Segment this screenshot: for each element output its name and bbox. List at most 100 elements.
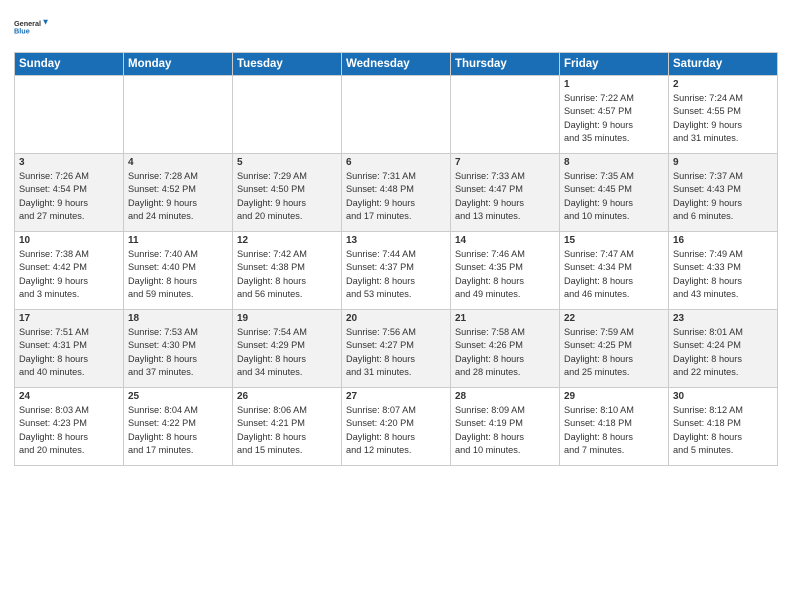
calendar-cell xyxy=(342,76,451,154)
calendar-cell: 10 Sunrise: 7:38 AMSunset: 4:42 PMDayligh… xyxy=(15,232,124,310)
calendar-cell: 28Sunrise: 8:09 AMSunset: 4:19 PMDayligh… xyxy=(451,388,560,466)
day-number: 8 xyxy=(564,157,664,168)
calendar-cell xyxy=(15,76,124,154)
day-number: 22 xyxy=(564,313,664,324)
col-header-wednesday: Wednesday xyxy=(342,53,451,76)
day-number: 4 xyxy=(128,157,228,168)
day-info: Sunrise: 7:53 AMSunset: 4:30 PMDaylight:… xyxy=(128,326,228,379)
calendar-cell: 15 Sunrise: 7:47 AMSunset: 4:34 PMDayligh… xyxy=(560,232,669,310)
day-number: 2 xyxy=(673,79,773,90)
col-header-friday: Friday xyxy=(560,53,669,76)
day-number: 6 xyxy=(346,157,446,168)
calendar-cell: 9Sunrise: 7:37 AMSunset: 4:43 PMDaylight… xyxy=(669,154,778,232)
day-info: Sunrise: 7:28 AMSunset: 4:52 PMDaylight:… xyxy=(128,170,228,223)
day-info: Sunrise: 7:44 AMSunset: 4:37 PMDaylight:… xyxy=(346,248,446,301)
calendar-table: SundayMondayTuesdayWednesdayThursdayFrid… xyxy=(14,52,778,466)
page-container: General Blue SundayMondayTuesdayWednesda… xyxy=(0,0,792,474)
calendar-cell: 1Sunrise: 7:22 AMSunset: 4:57 PMDaylight… xyxy=(560,76,669,154)
logo-svg: General Blue xyxy=(14,10,48,44)
week-row-2: 3 Sunrise: 7:26 AMSunset: 4:54 PMDaylight… xyxy=(15,154,778,232)
day-info: Sunrise: 7:29 AMSunset: 4:50 PMDaylight:… xyxy=(237,170,337,223)
calendar-cell: 18Sunrise: 7:53 AMSunset: 4:30 PMDayligh… xyxy=(124,310,233,388)
day-info: Sunrise: 7:38 AMSunset: 4:42 PMDaylight:… xyxy=(19,248,119,301)
day-info: Sunrise: 7:24 AMSunset: 4:55 PMDaylight:… xyxy=(673,92,773,145)
col-header-sunday: Sunday xyxy=(15,53,124,76)
calendar-cell: 30Sunrise: 8:12 AMSunset: 4:18 PMDayligh… xyxy=(669,388,778,466)
day-number: 11 xyxy=(128,235,228,246)
day-info: Sunrise: 7:46 AMSunset: 4:35 PMDaylight:… xyxy=(455,248,555,301)
calendar-cell: 11 Sunrise: 7:40 AMSunset: 4:40 PMDayligh… xyxy=(124,232,233,310)
calendar-cell: 8 Sunrise: 7:35 AMSunset: 4:45 PMDaylight… xyxy=(560,154,669,232)
day-number: 5 xyxy=(237,157,337,168)
day-number: 14 xyxy=(455,235,555,246)
day-number: 25 xyxy=(128,391,228,402)
day-info: Sunrise: 8:04 AMSunset: 4:22 PMDaylight:… xyxy=(128,404,228,457)
calendar-cell: 14 Sunrise: 7:46 AMSunset: 4:35 PMDayligh… xyxy=(451,232,560,310)
day-number: 29 xyxy=(564,391,664,402)
day-number: 23 xyxy=(673,313,773,324)
col-header-thursday: Thursday xyxy=(451,53,560,76)
day-info: Sunrise: 7:51 AMSunset: 4:31 PMDaylight:… xyxy=(19,326,119,379)
day-number: 7 xyxy=(455,157,555,168)
svg-text:Blue: Blue xyxy=(14,26,30,35)
calendar-cell: 17 Sunrise: 7:51 AMSunset: 4:31 PMDayligh… xyxy=(15,310,124,388)
day-number: 15 xyxy=(564,235,664,246)
day-info: Sunrise: 8:01 AMSunset: 4:24 PMDaylight:… xyxy=(673,326,773,379)
calendar-cell: 5 Sunrise: 7:29 AMSunset: 4:50 PMDaylight… xyxy=(233,154,342,232)
day-info: Sunrise: 7:56 AMSunset: 4:27 PMDaylight:… xyxy=(346,326,446,379)
day-info: Sunrise: 7:59 AMSunset: 4:25 PMDaylight:… xyxy=(564,326,664,379)
calendar-cell: 16 Sunrise: 7:49 AMSunset: 4:33 PMDayligh… xyxy=(669,232,778,310)
day-info: Sunrise: 8:07 AMSunset: 4:20 PMDaylight:… xyxy=(346,404,446,457)
day-info: Sunrise: 7:31 AMSunset: 4:48 PMDaylight:… xyxy=(346,170,446,223)
day-number: 17 xyxy=(19,313,119,324)
day-info: Sunrise: 8:06 AMSunset: 4:21 PMDaylight:… xyxy=(237,404,337,457)
calendar-cell: 29 Sunrise: 8:10 AMSunset: 4:18 PMDayligh… xyxy=(560,388,669,466)
day-number: 16 xyxy=(673,235,773,246)
day-info: Sunrise: 7:37 AMSunset: 4:43 PMDaylight:… xyxy=(673,170,773,223)
day-number: 28 xyxy=(455,391,555,402)
day-info: Sunrise: 7:40 AMSunset: 4:40 PMDaylight:… xyxy=(128,248,228,301)
col-header-monday: Monday xyxy=(124,53,233,76)
week-row-3: 10 Sunrise: 7:38 AMSunset: 4:42 PMDayligh… xyxy=(15,232,778,310)
calendar-cell xyxy=(124,76,233,154)
calendar-cell: 13Sunrise: 7:44 AMSunset: 4:37 PMDayligh… xyxy=(342,232,451,310)
day-number: 21 xyxy=(455,313,555,324)
calendar-cell: 12 Sunrise: 7:42 AMSunset: 4:38 PMDayligh… xyxy=(233,232,342,310)
calendar-cell xyxy=(233,76,342,154)
calendar-cell: 24Sunrise: 8:03 AMSunset: 4:23 PMDayligh… xyxy=(15,388,124,466)
calendar-cell: 27 Sunrise: 8:07 AMSunset: 4:20 PMDayligh… xyxy=(342,388,451,466)
day-number: 10 xyxy=(19,235,119,246)
calendar-cell: 6 Sunrise: 7:31 AMSunset: 4:48 PMDaylight… xyxy=(342,154,451,232)
week-row-4: 17 Sunrise: 7:51 AMSunset: 4:31 PMDayligh… xyxy=(15,310,778,388)
day-number: 1 xyxy=(564,79,664,90)
col-header-saturday: Saturday xyxy=(669,53,778,76)
logo: General Blue xyxy=(14,10,48,44)
col-header-tuesday: Tuesday xyxy=(233,53,342,76)
day-info: Sunrise: 7:47 AMSunset: 4:34 PMDaylight:… xyxy=(564,248,664,301)
week-row-1: 1Sunrise: 7:22 AMSunset: 4:57 PMDaylight… xyxy=(15,76,778,154)
calendar-cell: 20 Sunrise: 7:56 AMSunset: 4:27 PMDayligh… xyxy=(342,310,451,388)
calendar-cell: 19Sunrise: 7:54 AMSunset: 4:29 PMDayligh… xyxy=(233,310,342,388)
day-info: Sunrise: 7:33 AMSunset: 4:47 PMDaylight:… xyxy=(455,170,555,223)
calendar-cell: 4 Sunrise: 7:28 AMSunset: 4:52 PMDaylight… xyxy=(124,154,233,232)
day-number: 3 xyxy=(19,157,119,168)
week-row-5: 24Sunrise: 8:03 AMSunset: 4:23 PMDayligh… xyxy=(15,388,778,466)
day-info: Sunrise: 8:10 AMSunset: 4:18 PMDaylight:… xyxy=(564,404,664,457)
day-number: 27 xyxy=(346,391,446,402)
day-info: Sunrise: 7:58 AMSunset: 4:26 PMDaylight:… xyxy=(455,326,555,379)
day-number: 24 xyxy=(19,391,119,402)
calendar-cell: 7 Sunrise: 7:33 AMSunset: 4:47 PMDaylight… xyxy=(451,154,560,232)
calendar-cell: 23 Sunrise: 8:01 AMSunset: 4:24 PMDayligh… xyxy=(669,310,778,388)
day-info: Sunrise: 7:26 AMSunset: 4:54 PMDaylight:… xyxy=(19,170,119,223)
calendar-cell: 2 Sunrise: 7:24 AMSunset: 4:55 PMDaylight… xyxy=(669,76,778,154)
day-number: 12 xyxy=(237,235,337,246)
day-number: 26 xyxy=(237,391,337,402)
day-info: Sunrise: 7:35 AMSunset: 4:45 PMDaylight:… xyxy=(564,170,664,223)
day-number: 20 xyxy=(346,313,446,324)
day-info: Sunrise: 7:49 AMSunset: 4:33 PMDaylight:… xyxy=(673,248,773,301)
calendar-cell: 22 Sunrise: 7:59 AMSunset: 4:25 PMDayligh… xyxy=(560,310,669,388)
calendar-cell: 3 Sunrise: 7:26 AMSunset: 4:54 PMDaylight… xyxy=(15,154,124,232)
calendar-cell xyxy=(451,76,560,154)
day-info: Sunrise: 7:42 AMSunset: 4:38 PMDaylight:… xyxy=(237,248,337,301)
calendar-cell: 25 Sunrise: 8:04 AMSunset: 4:22 PMDayligh… xyxy=(124,388,233,466)
